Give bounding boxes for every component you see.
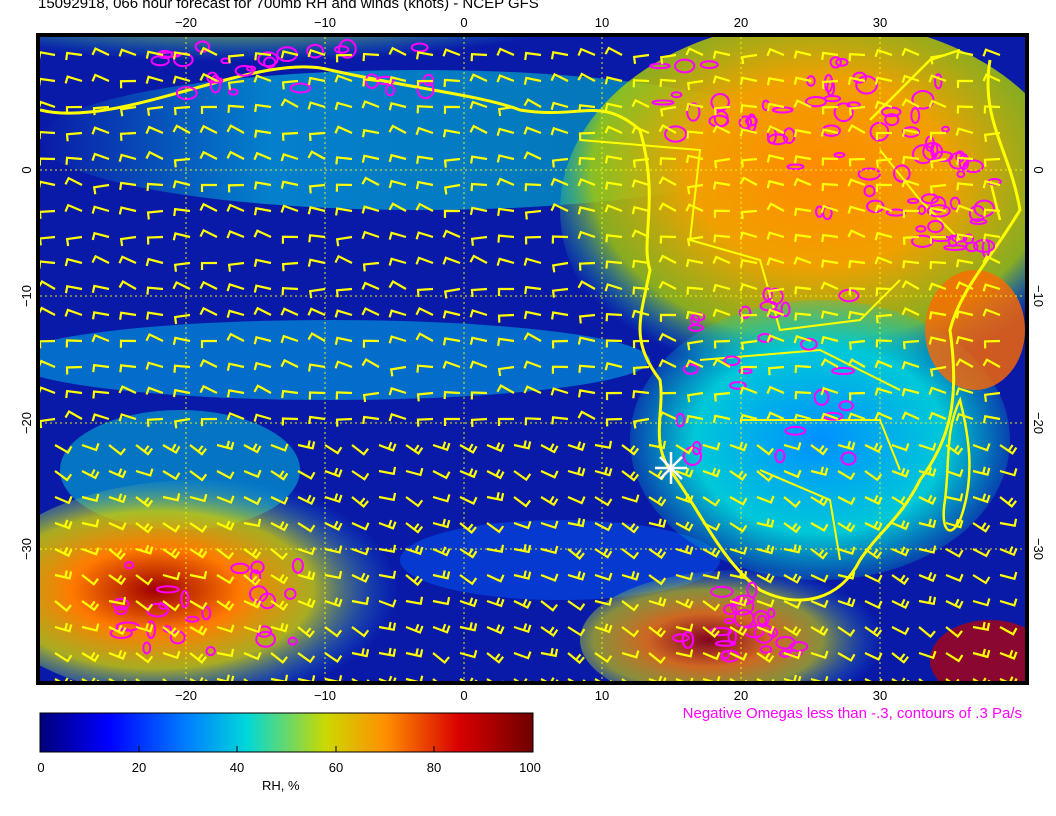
- bottom-lon-tick: 20: [734, 688, 748, 703]
- top-lon-tick: 30: [873, 15, 887, 30]
- colorbar-tick-label: 20: [131, 760, 147, 775]
- humid-zone-southwest: [40, 480, 420, 681]
- bottom-lon-tick: 30: [873, 688, 887, 703]
- bottom-axis: [186, 681, 880, 685]
- colorbar-tick-label: 100: [519, 760, 541, 775]
- colorbar-tick-label: 0: [37, 760, 45, 775]
- bottom-lon-tick: −10: [314, 688, 336, 703]
- left-lat-tick: 0: [19, 166, 34, 173]
- top-axis: [186, 33, 880, 37]
- colorbar-tick-label: 40: [229, 760, 245, 775]
- rh-colorbar: [39, 712, 534, 753]
- top-lon-tick: −20: [175, 15, 197, 30]
- bottom-lon-tick: −20: [175, 688, 197, 703]
- colorbar-tick-label: 80: [426, 760, 442, 775]
- map-field: [40, 37, 1025, 681]
- top-lon-tick: −10: [314, 15, 336, 30]
- top-lon-labels: −20 −10 0 10 20 30: [175, 15, 887, 30]
- right-lat-tick: −20: [1031, 412, 1046, 434]
- top-lon-tick: 0: [460, 15, 467, 30]
- colorbar-tick-label: 60: [328, 760, 344, 775]
- right-lat-tick: −30: [1031, 538, 1046, 560]
- top-lon-tick: 20: [734, 15, 748, 30]
- omega-legend-note: Negative Omegas less than -.3, contours …: [682, 705, 1022, 722]
- humid-zone-southeast: [930, 620, 1025, 681]
- left-lat-labels: 0 −10 −20 −30: [19, 166, 34, 560]
- left-lat-tick: −10: [19, 285, 34, 307]
- humid-zone-east: [925, 270, 1025, 390]
- bottom-lon-tick: 0: [460, 688, 467, 703]
- rh-wind-map: −20 −10 0 10 20 30 −20 −10 0 10 20 30 0 …: [19, 15, 1046, 753]
- left-lat-tick: −20: [19, 412, 34, 434]
- bottom-lon-labels: −20 −10 0 10 20 30: [175, 688, 887, 703]
- colorbar-label: RH, %: [262, 778, 300, 793]
- bottom-lon-tick: 10: [595, 688, 609, 703]
- right-lat-labels: 0 −10 −20 −30: [1031, 166, 1046, 560]
- top-lon-tick: 10: [595, 15, 609, 30]
- right-lat-tick: 0: [1031, 166, 1046, 173]
- left-lat-tick: −30: [19, 538, 34, 560]
- right-lat-tick: −10: [1031, 285, 1046, 307]
